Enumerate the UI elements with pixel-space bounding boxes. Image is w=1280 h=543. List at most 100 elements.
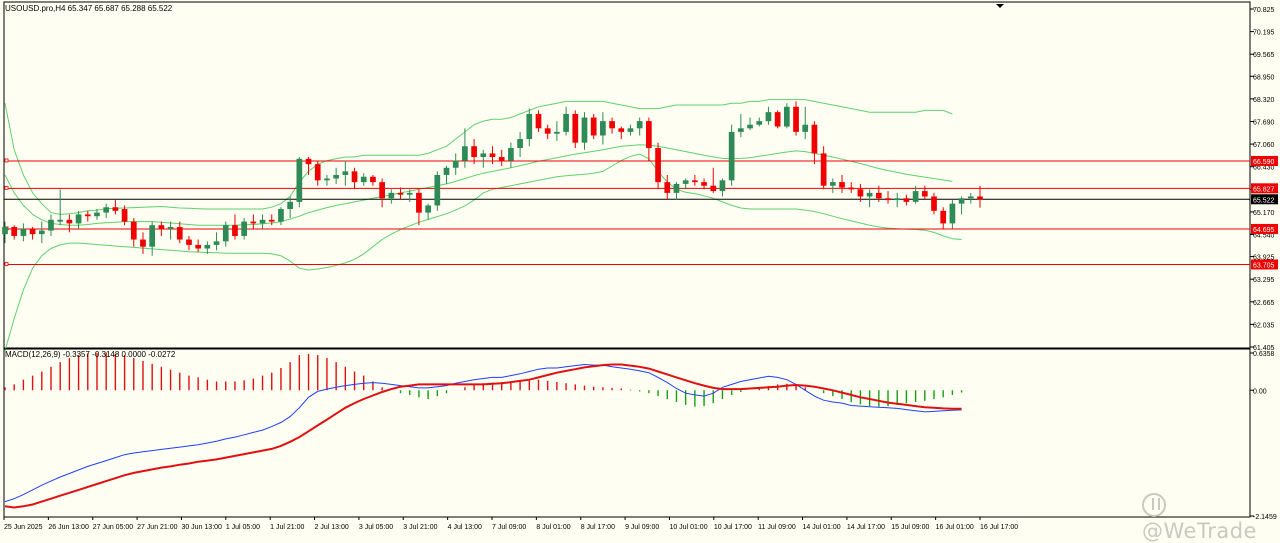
price-axis-label: 68.950	[1253, 74, 1275, 81]
time-axis-label: 2 Jul 13:00	[315, 524, 349, 531]
candle-body	[11, 226, 18, 236]
price-level-label: 66.590	[1253, 159, 1275, 166]
time-axis-label: 3 Jul 21:00	[403, 524, 437, 531]
time-axis-label: 16 Jul 01:00	[936, 524, 974, 531]
candle-body	[655, 148, 661, 183]
candle-body	[388, 192, 395, 199]
macd-pane-frame	[3, 348, 1251, 518]
candle-body	[314, 164, 321, 181]
candle-body	[213, 241, 220, 245]
candle-body	[434, 174, 441, 206]
candle-body	[259, 219, 266, 224]
candle-body	[673, 183, 680, 193]
price-pane[interactable]: 70.825 70.195 69.565 68.950 68.320 67.690 67.0…	[2, 1, 1278, 352]
candle-body	[2, 226, 8, 235]
bollinger-lower-band	[4, 153, 962, 351]
candle-body	[765, 112, 772, 122]
price-axis-label: 63.295	[1253, 277, 1275, 284]
candle-body	[829, 182, 836, 186]
candle-body	[756, 121, 763, 125]
candle-body	[268, 219, 275, 222]
time-axis-label: 4 Jul 13:00	[448, 524, 482, 531]
candle-body	[839, 182, 845, 188]
bollinger-middle-band	[4, 144, 953, 226]
candle-body	[737, 128, 744, 132]
price-chart-title: USOUSD.pro,H4 65.347 65.687 65.288 65.52…	[5, 4, 173, 13]
time-axis-label: 10 Jul 17:00	[714, 524, 752, 531]
time-axis-label: 14 Jul 01:00	[803, 524, 841, 531]
candle-body	[305, 158, 312, 165]
candle-body	[848, 187, 855, 190]
candle-body	[894, 198, 901, 201]
candle-body	[977, 196, 983, 200]
candle-body	[774, 112, 781, 127]
candle-body	[222, 225, 229, 242]
macd-pane[interactable]: 0.63580.00-2.1459	[3, 348, 1277, 521]
candle-body	[646, 121, 652, 149]
price-axis-label: 68.320	[1253, 97, 1275, 104]
candle-body	[149, 225, 156, 247]
time-axis-label: 11 Jul 09:00	[758, 524, 796, 531]
candle-body	[370, 176, 376, 183]
candle-body	[379, 182, 385, 199]
time-axis-label: 26 Jun 13:00	[48, 524, 89, 531]
candle-body	[517, 139, 523, 149]
candle-body	[508, 148, 514, 161]
time-axis-label: 25 Jun 2025	[4, 524, 43, 531]
candle-body	[664, 182, 671, 193]
price-level-handle	[4, 185, 9, 190]
candle-body	[636, 121, 643, 129]
candle-body	[333, 174, 339, 179]
candle-body	[425, 205, 431, 213]
candle-body	[204, 244, 211, 249]
candle-body	[563, 113, 569, 132]
bollinger-upper-band	[4, 99, 953, 215]
price-level-label: 64.695	[1253, 227, 1275, 234]
candle-body	[627, 128, 634, 132]
chart-shift-marker[interactable]	[996, 4, 1004, 8]
candle-body	[590, 117, 597, 136]
time-axis-label: 27 Jun 05:00	[93, 524, 134, 531]
candle-body	[921, 191, 928, 197]
candle-body	[581, 117, 588, 143]
candle-body	[360, 176, 367, 183]
candle-body	[728, 131, 735, 181]
candle-body	[967, 196, 974, 199]
time-axis-label: 14 Jul 17:00	[847, 524, 885, 531]
time-axis-label: 8 Jul 01:00	[536, 524, 570, 531]
time-axis-label: 9 Jul 09:00	[625, 524, 659, 531]
time-axis-label: 1 Jul 21:00	[270, 524, 304, 531]
candle-body	[38, 230, 45, 235]
candle-body	[903, 198, 910, 202]
candle-body	[462, 146, 468, 161]
candle-body	[572, 113, 579, 143]
candle-body	[710, 185, 717, 192]
candle-body	[186, 239, 192, 245]
price-level-handle	[4, 158, 9, 163]
candle-body	[783, 106, 790, 127]
chart-canvas: 70.825 70.195 69.565 68.950 68.320 67.690 67.0…	[2, 1, 1278, 531]
candle-body	[167, 226, 174, 229]
candle-body	[452, 160, 459, 168]
candle-body	[416, 192, 422, 213]
time-axis: 25 Jun 2025 26 Jun 13:00 27 Jun 05:00 27 Ju…	[3, 517, 1018, 531]
watermark-text: @WeTrade	[1142, 519, 1257, 543]
candle-body	[158, 225, 165, 229]
candle-body	[692, 180, 698, 183]
time-axis-label: 7 Jul 09:00	[492, 524, 526, 531]
candle-body	[793, 106, 799, 132]
candle-body	[406, 192, 413, 195]
candle-body	[20, 228, 27, 236]
candle-body	[912, 191, 919, 202]
candle-body	[489, 153, 496, 158]
price-axis-label: 62.035	[1253, 322, 1275, 329]
candle-body	[618, 128, 625, 132]
time-axis-label: 3 Jul 05:00	[359, 524, 393, 531]
candle-body	[526, 113, 533, 140]
candle-body	[29, 228, 36, 235]
wetrade-watermark: @WeTrade	[1142, 493, 1280, 543]
candle-body	[885, 198, 891, 201]
candle-body	[351, 171, 358, 183]
time-axis-label: 16 Jul 17:00	[980, 524, 1018, 531]
candle-body	[701, 182, 707, 186]
